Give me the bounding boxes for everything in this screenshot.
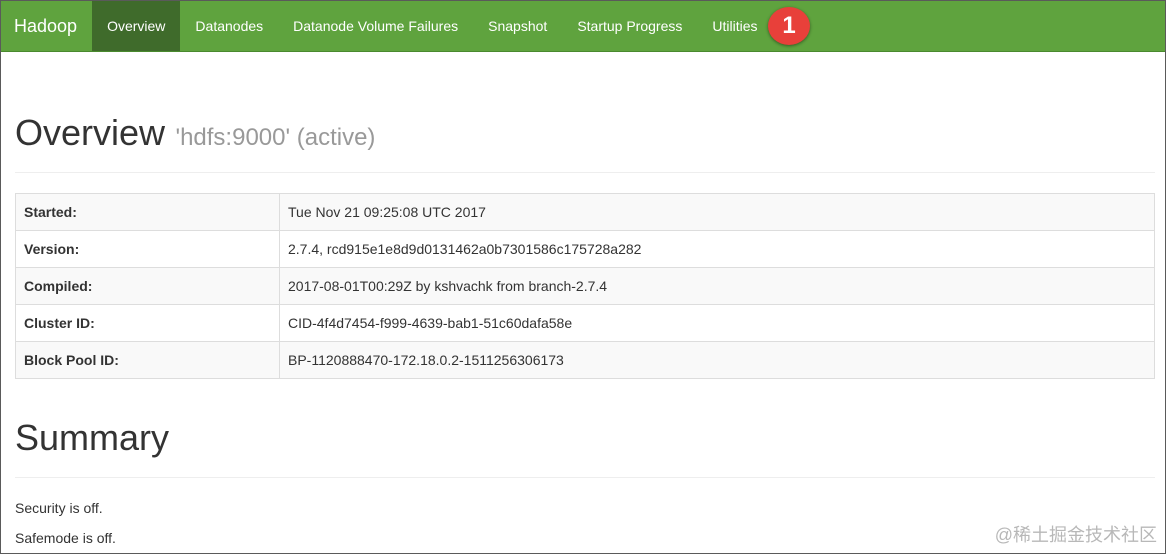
security-status: Security is off. [15, 500, 103, 516]
annotation-badge: 1 [768, 7, 810, 45]
nav-startup-progress[interactable]: Startup Progress [562, 1, 697, 51]
nav-utilities[interactable]: Utilities [697, 1, 772, 51]
row-value-compiled: 2017-08-01T00:29Z by kshvachk from branc… [279, 267, 1155, 305]
row-key-started: Started: [15, 193, 280, 231]
table-row: Block Pool ID: BP-1120888470-172.18.0.2-… [15, 341, 1155, 379]
top-navbar: Hadoop Overview Datanodes Datanode Volum… [1, 1, 1165, 52]
watermark: @稀土掘金技术社区 [994, 525, 1157, 545]
page-title: Overview [15, 112, 166, 153]
nav-datanodes[interactable]: Datanodes [180, 1, 278, 51]
table-row: Started: Tue Nov 21 09:25:08 UTC 2017 [15, 193, 1155, 231]
nav-snapshot[interactable]: Snapshot [473, 1, 562, 51]
row-key-block-pool-id: Block Pool ID: [15, 341, 280, 379]
summary-heading: Summary [15, 417, 1155, 478]
row-value-version: 2.7.4, rcd915e1e8d9d0131462a0b7301586c17… [279, 230, 1155, 268]
table-row: Cluster ID: CID-4f4d7454-f999-4639-bab1-… [15, 304, 1155, 342]
overview-header: Overview 'hdfs:9000' (active) [15, 112, 1155, 173]
main-content: Overview 'hdfs:9000' (active) Started: T… [15, 52, 1155, 546]
row-key-cluster-id: Cluster ID: [15, 304, 280, 342]
nav-overview[interactable]: Overview [92, 1, 181, 51]
namenode-subtitle: 'hdfs:9000' (active) [175, 124, 376, 151]
row-value-block-pool-id: BP-1120888470-172.18.0.2-1511256306173 [279, 341, 1155, 379]
overview-table: Started: Tue Nov 21 09:25:08 UTC 2017 Ve… [15, 193, 1155, 379]
table-row: Compiled: 2017-08-01T00:29Z by kshvachk … [15, 267, 1155, 305]
row-value-started: Tue Nov 21 09:25:08 UTC 2017 [279, 193, 1155, 231]
row-value-cluster-id: CID-4f4d7454-f999-4639-bab1-51c60dafa58e [279, 304, 1155, 342]
browser-viewport: Hadoop Overview Datanodes Datanode Volum… [0, 0, 1166, 554]
navbar-brand[interactable]: Hadoop [1, 1, 92, 51]
row-key-version: Version: [15, 230, 280, 268]
safemode-status: Safemode is off. [15, 530, 116, 546]
table-row: Version: 2.7.4, rcd915e1e8d9d0131462a0b7… [15, 230, 1155, 268]
nav-menu: Overview Datanodes Datanode Volume Failu… [92, 1, 772, 51]
row-key-compiled: Compiled: [15, 267, 280, 305]
nav-datanode-volume-failures[interactable]: Datanode Volume Failures [278, 1, 473, 51]
